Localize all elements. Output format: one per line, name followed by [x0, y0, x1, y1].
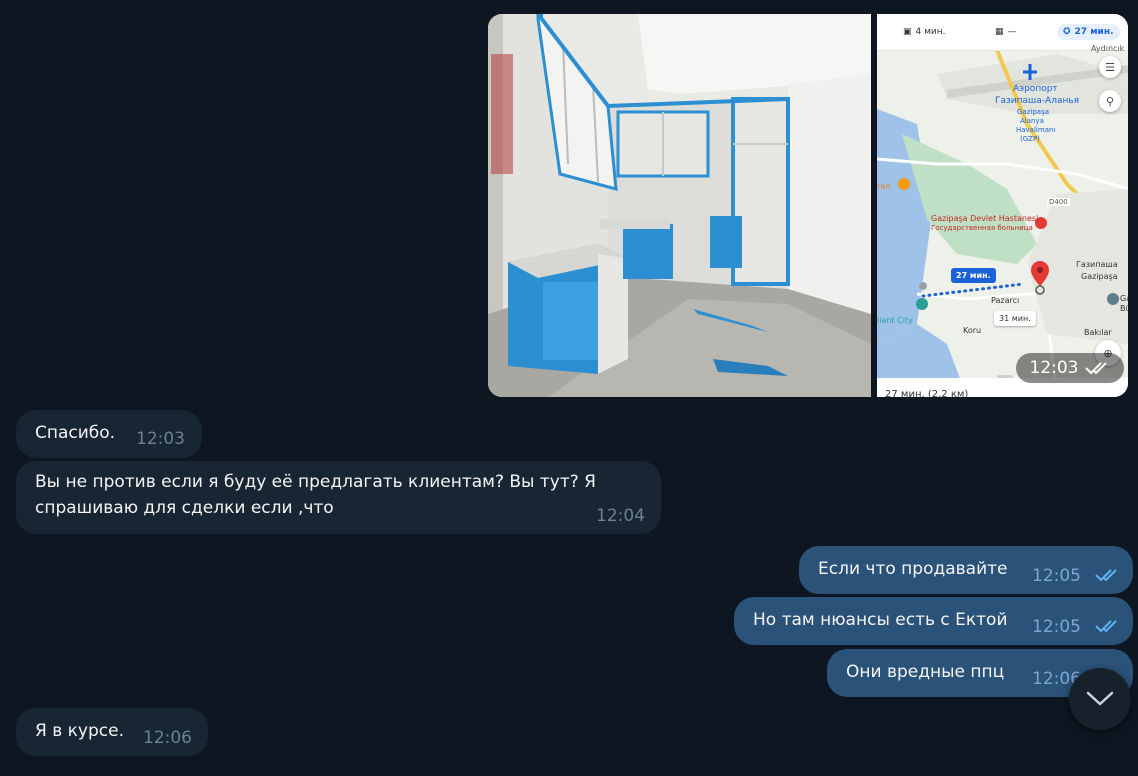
- message-text: Я в курсе.: [35, 721, 124, 741]
- message-time: 12:05: [1032, 566, 1081, 586]
- chevron-down-icon: [1086, 691, 1114, 706]
- alt-route-time-badge[interactable]: 31 мин.: [994, 311, 1036, 326]
- chat-history: ▣ 4 мин. ▦ — ✪ 27 мин. ☰ ⚲ ⊕ Aydıncık Аэ…: [0, 0, 1138, 776]
- map-label-road: D400: [1047, 198, 1070, 206]
- route-time-badge[interactable]: 27 мин.: [951, 268, 996, 283]
- map-label-airport-code: (GZP): [1020, 135, 1040, 143]
- message-bubble-incoming[interactable]: Я в курсе. 12:06: [16, 708, 208, 756]
- scroll-down-button[interactable]: [1069, 668, 1131, 730]
- message-text: Если что продавайте: [818, 559, 1008, 579]
- map-label-airport-ru2: Газипаша-Аланья: [995, 96, 1080, 106]
- message-bubble-outgoing[interactable]: Но там нюансы есть с Ектой 12:05: [734, 597, 1133, 645]
- message-bubble-outgoing[interactable]: Если что продавайте 12:05: [799, 546, 1133, 594]
- map-label-airport-tr1: Gazipaşa: [1017, 108, 1050, 116]
- message-text-line-1: Вы не против если я буду её предлагать к…: [35, 472, 596, 492]
- map-screenshot[interactable]: ▣ 4 мин. ▦ — ✪ 27 мин. ☰ ⚲ ⊕ Aydıncık Аэ…: [877, 14, 1128, 397]
- album-timestamp: 12:03: [1016, 353, 1124, 383]
- map-label-aydincik: Aydıncık: [1091, 44, 1125, 53]
- map-label-buy: Büy: [1120, 304, 1128, 313]
- layers-icon[interactable]: ☰: [1099, 56, 1121, 78]
- travel-mode-car[interactable]: ▣ 4 мин.: [903, 24, 946, 40]
- search-icon[interactable]: ⚲: [1099, 90, 1121, 112]
- message-time: 12:03: [136, 429, 185, 449]
- bus-icon: ▦: [995, 27, 1004, 37]
- walk-icon: ✪: [1063, 27, 1071, 37]
- message-time: 12:04: [596, 506, 645, 526]
- message-bubble-incoming[interactable]: Спасибо. 12:03: [16, 410, 202, 458]
- map-label-client-city: lient City: [877, 316, 913, 325]
- map-label-koru: Koru: [963, 326, 982, 335]
- map-label-town-tr: Gazipaşa: [1081, 272, 1118, 281]
- travel-mode-transit[interactable]: ▦ —: [995, 24, 1017, 40]
- message-text: Они вредные ппц: [846, 662, 1005, 682]
- map-label-hospital-tr: Gazipaşa Devlet Hastanesi: [931, 214, 1039, 223]
- map-label-airport-tr3: Havalimanı: [1016, 126, 1056, 134]
- map-label-pazarci: Pazarcı: [991, 296, 1020, 305]
- album-time: 12:03: [1029, 358, 1079, 378]
- double-check-icon: [1095, 620, 1117, 633]
- car-icon: ▣: [903, 27, 912, 37]
- map-label-restaurant: ran: [877, 182, 891, 191]
- map-label-town-ru: Газипаша: [1076, 260, 1118, 269]
- map-route-summary: 27 мин. (2,2 км): [885, 389, 969, 397]
- message-time: 12:06: [143, 728, 192, 748]
- map-label-hospital-ru: Государственная больница: [931, 224, 1033, 232]
- travel-mode-walk[interactable]: ✪ 27 мин.: [1057, 24, 1120, 40]
- map-label-bakilar: Bakılar: [1084, 328, 1112, 337]
- message-time: 12:05: [1032, 617, 1081, 637]
- message-text: Спасибо.: [35, 423, 116, 443]
- kitchen-photo[interactable]: [488, 14, 871, 397]
- double-check-icon: [1084, 362, 1107, 375]
- message-text-line-2: спрашиваю для сделки если ,что: [35, 498, 334, 518]
- double-check-icon: [1095, 569, 1117, 582]
- media-album[interactable]: ▣ 4 мин. ▦ — ✪ 27 мин. ☰ ⚲ ⊕ Aydıncık Аэ…: [488, 14, 1128, 397]
- map-label-gaz: Gaz: [1120, 294, 1128, 303]
- map-label-airport-tr2: Alanya: [1020, 117, 1044, 125]
- message-bubble-incoming[interactable]: Вы не против если я буду её предлагать к…: [16, 461, 661, 534]
- message-text: Но там нюансы есть с Ектой: [753, 610, 1008, 630]
- map-label-airport-ru: Аэропорт: [1013, 84, 1058, 94]
